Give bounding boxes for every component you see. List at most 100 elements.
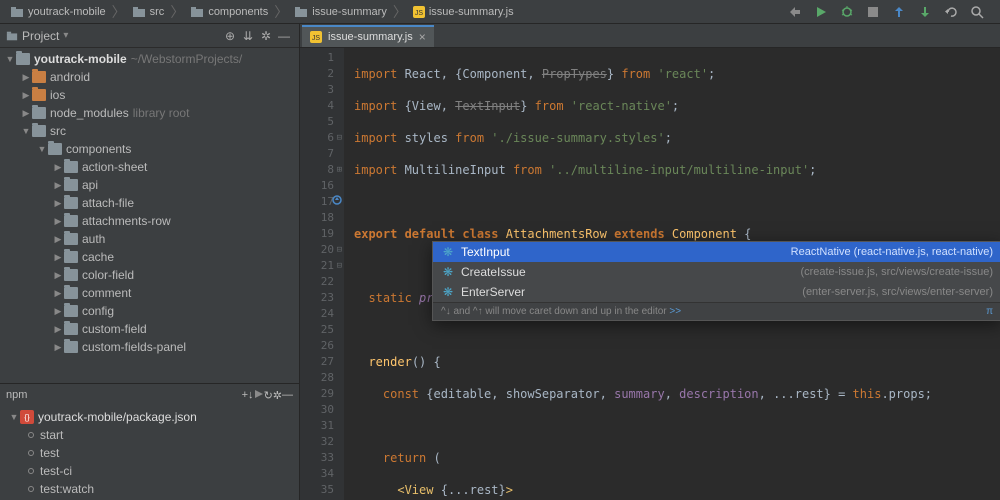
tree-node[interactable]: ▶custom-fields-panel xyxy=(0,338,299,356)
line-number[interactable]: 24 xyxy=(300,306,334,322)
tree-root[interactable]: ▼ youtrack-mobile ~/WebstormProjects/ xyxy=(0,50,299,68)
npm-script-item[interactable]: test-ci xyxy=(0,462,299,480)
code-area[interactable]: 123456⊟78⊞1617181920⊟21⊟2223242526272829… xyxy=(300,48,1000,500)
tree-node[interactable]: ▶android xyxy=(0,68,299,86)
hide-panel-button[interactable]: — xyxy=(275,29,293,43)
npm-script-item[interactable]: start xyxy=(0,426,299,444)
expand-icon[interactable]: ▶ xyxy=(20,108,32,119)
npm-script-item[interactable]: test xyxy=(0,444,299,462)
autocomplete-item[interactable]: ❋TextInputReactNative (react-native.js, … xyxy=(433,242,1000,262)
line-number[interactable]: 6⊟ xyxy=(300,130,334,146)
expand-icon[interactable]: ▶ xyxy=(20,90,32,101)
project-tree[interactable]: ▼ youtrack-mobile ~/WebstormProjects/ ▶a… xyxy=(0,48,299,383)
tree-node[interactable]: ▼src xyxy=(0,122,299,140)
run-script-button[interactable] xyxy=(254,389,264,402)
expand-icon[interactable]: ▶ xyxy=(52,270,64,281)
gear-icon[interactable]: ✲ xyxy=(257,29,275,43)
expand-icon[interactable]: ▶ xyxy=(52,180,64,191)
tree-node[interactable]: ▶node_moduleslibrary root xyxy=(0,104,299,122)
breadcrumb-item[interactable]: youtrack-mobile xyxy=(6,5,110,19)
tree-node[interactable]: ▶ios xyxy=(0,86,299,104)
line-number[interactable]: 3 xyxy=(300,82,334,98)
expand-icon[interactable]: ▶ xyxy=(52,216,64,227)
debug-button[interactable] xyxy=(838,3,856,21)
tree-node[interactable]: ▶cache xyxy=(0,248,299,266)
pi-icon[interactable]: π xyxy=(986,306,993,317)
line-number[interactable]: 8⊞ xyxy=(300,162,334,178)
fold-icon[interactable]: ⊞ xyxy=(337,162,342,178)
override-gutter-icon[interactable] xyxy=(332,194,342,210)
line-number[interactable]: 17 xyxy=(300,194,334,210)
npm-root[interactable]: ▼ {} youtrack-mobile/package.json xyxy=(0,408,299,426)
line-number[interactable]: 20⊟ xyxy=(300,242,334,258)
breadcrumb-item[interactable]: components xyxy=(186,5,272,19)
collapse-all-button[interactable]: ⇊ xyxy=(239,29,257,43)
expand-icon[interactable]: ▶ xyxy=(52,198,64,209)
line-number[interactable]: 30 xyxy=(300,402,334,418)
expand-icon[interactable]: ▶ xyxy=(52,234,64,245)
expand-icon[interactable]: ▶ xyxy=(52,324,64,335)
run-button[interactable] xyxy=(812,3,830,21)
autocomplete-item[interactable]: ❋CreateIssue(create-issue.js, src/views/… xyxy=(433,262,1000,282)
line-number[interactable]: 16 xyxy=(300,178,334,194)
tree-node[interactable]: ▶config xyxy=(0,302,299,320)
more-link[interactable]: >> xyxy=(669,306,681,317)
dropdown-icon[interactable]: ▾ xyxy=(63,30,68,41)
line-number[interactable]: 28 xyxy=(300,370,334,386)
line-number[interactable]: 1 xyxy=(300,50,334,66)
line-number[interactable]: 22 xyxy=(300,274,334,290)
line-number[interactable]: 29 xyxy=(300,386,334,402)
npm-script-item[interactable]: test:watch xyxy=(0,480,299,498)
expand-icon[interactable]: ▶ xyxy=(52,252,64,263)
breadcrumb-item[interactable]: src xyxy=(128,5,169,19)
npm-scripts-tree[interactable]: ▼ {} youtrack-mobile/package.json startt… xyxy=(0,406,299,500)
line-number[interactable]: 26 xyxy=(300,338,334,354)
tree-node[interactable]: ▶custom-field xyxy=(0,320,299,338)
tree-node[interactable]: ▶action-sheet xyxy=(0,158,299,176)
expand-icon[interactable]: ▶ xyxy=(52,342,64,353)
gutter[interactable]: 123456⊟78⊞1617181920⊟21⊟2223242526272829… xyxy=(300,48,344,500)
line-number[interactable]: 32 xyxy=(300,434,334,450)
hide-panel-button[interactable]: — xyxy=(282,389,293,401)
line-number[interactable]: 27 xyxy=(300,354,334,370)
add-button[interactable]: +↓ xyxy=(242,389,254,401)
autocomplete-popup[interactable]: ❋TextInputReactNative (react-native.js, … xyxy=(432,241,1000,321)
expand-icon[interactable]: ▶ xyxy=(52,162,64,173)
expand-icon[interactable]: ▼ xyxy=(36,144,48,154)
tree-node[interactable]: ▶comment xyxy=(0,284,299,302)
gear-icon[interactable]: ✲ xyxy=(273,389,282,402)
tree-node[interactable]: ▶attachments-row xyxy=(0,212,299,230)
expand-icon[interactable]: ▼ xyxy=(4,54,16,64)
vcs-commit-button[interactable] xyxy=(916,3,934,21)
line-number[interactable]: 18 xyxy=(300,210,334,226)
line-number[interactable]: 2 xyxy=(300,66,334,82)
breadcrumb-item[interactable]: issue-summary xyxy=(290,5,391,19)
expand-icon[interactable]: ▶ xyxy=(20,72,32,83)
line-number[interactable]: 4 xyxy=(300,98,334,114)
fold-icon[interactable]: ⊟ xyxy=(337,258,342,274)
tree-node[interactable]: ▶color-field xyxy=(0,266,299,284)
build-button[interactable] xyxy=(786,3,804,21)
line-number[interactable]: 34 xyxy=(300,466,334,482)
expand-icon[interactable]: ▶ xyxy=(52,306,64,317)
line-number[interactable]: 19 xyxy=(300,226,334,242)
tree-node[interactable]: ▼components xyxy=(0,140,299,158)
line-number[interactable]: 33 xyxy=(300,450,334,466)
line-number[interactable]: 31 xyxy=(300,418,334,434)
line-number[interactable]: 23 xyxy=(300,290,334,306)
expand-icon[interactable]: ▶ xyxy=(52,288,64,299)
tree-node[interactable]: ▶auth xyxy=(0,230,299,248)
stop-button[interactable] xyxy=(864,3,882,21)
search-button[interactable] xyxy=(968,3,986,21)
tree-node[interactable]: ▶attach-file xyxy=(0,194,299,212)
fold-icon[interactable]: ⊟ xyxy=(337,130,342,146)
expand-icon[interactable]: ▼ xyxy=(8,412,20,422)
breadcrumb-item[interactable]: JSissue-summary.js xyxy=(409,6,518,18)
line-number[interactable]: 5 xyxy=(300,114,334,130)
line-number[interactable]: 21⊟ xyxy=(300,258,334,274)
editor-tab[interactable]: JS issue-summary.js × xyxy=(302,25,434,47)
line-number[interactable]: 25 xyxy=(300,322,334,338)
line-number[interactable]: 35 xyxy=(300,482,334,498)
close-icon[interactable]: × xyxy=(419,30,426,44)
undo-button[interactable] xyxy=(942,3,960,21)
